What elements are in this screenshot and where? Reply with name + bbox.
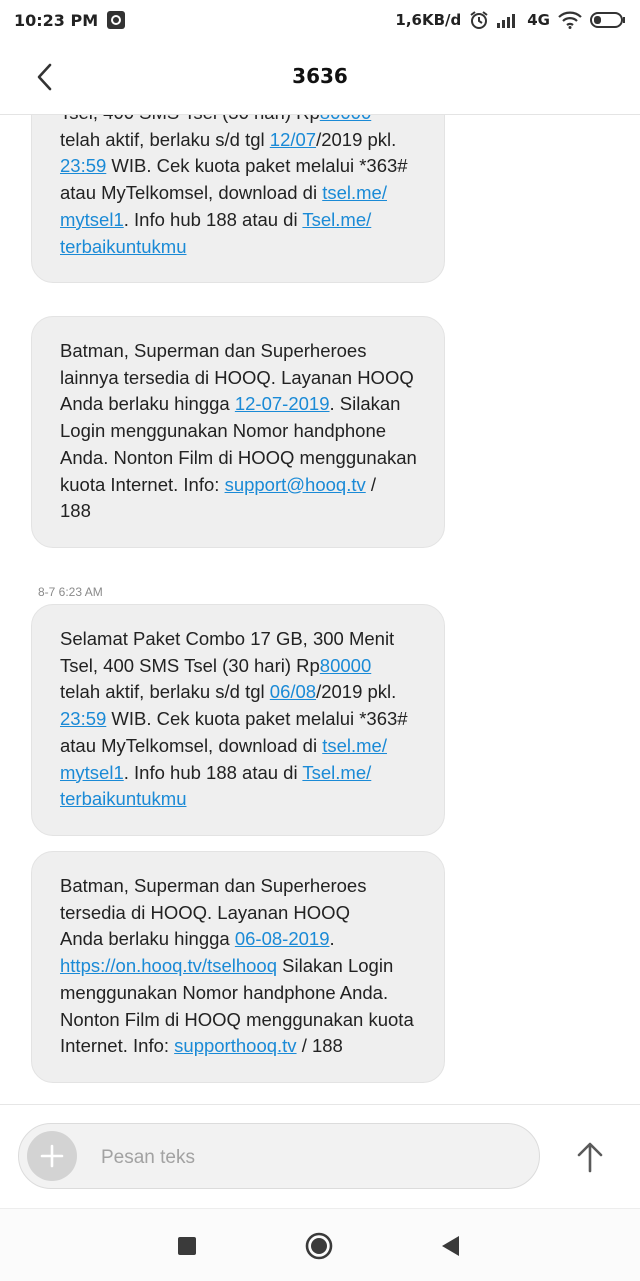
message-list[interactable]: Tsel, 400 SMS Tsel (30 hari) Rp80000 tel… — [0, 115, 640, 1104]
plus-icon[interactable] — [39, 1143, 65, 1169]
conversation-title: 3636 — [292, 64, 348, 88]
message-bubble[interactable]: Batman, Superman dan Superheroes tersedi… — [31, 851, 445, 1083]
recents-square-icon[interactable] — [172, 1231, 202, 1261]
message-link[interactable]: 80000 — [320, 115, 371, 123]
alarm-icon — [469, 10, 489, 30]
message-text: telah aktif, berlaku s/d tgl — [60, 681, 265, 703]
message-link[interactable]: 06/08 — [270, 681, 316, 702]
battery-icon — [590, 11, 626, 29]
composer-pill — [18, 1123, 540, 1189]
message-link[interactable]: 12/07 — [270, 129, 316, 150]
status-time: 10:23 PM — [14, 10, 99, 30]
network-type: 4G — [527, 11, 550, 29]
message-link[interactable]: 06-08-2019 — [235, 928, 330, 949]
message-text: /2019 pkl. — [316, 681, 397, 703]
back-triangle-icon[interactable] — [436, 1231, 466, 1261]
net-speed: 1,6KB/d — [395, 11, 462, 29]
message-timestamp: 8-7 6:23 AM — [38, 585, 103, 599]
message-bubble[interactable]: Selamat Paket Combo 17 GB, 300 Menit Tse… — [31, 604, 445, 836]
message-bubble[interactable]: Tsel, 400 SMS Tsel (30 hari) Rp80000 tel… — [31, 115, 445, 284]
composer-bar — [0, 1104, 640, 1209]
message-input[interactable] — [99, 1142, 503, 1174]
status-right: 1,6KB/d 4G — [395, 10, 626, 30]
message-link[interactable]: https://on.hooq.tv/tselhooq — [60, 955, 277, 976]
message-text: telah aktif, berlaku s/d tgl — [60, 128, 265, 150]
message-link[interactable]: 80000 — [320, 655, 371, 676]
send-button[interactable] — [572, 1139, 608, 1175]
message-link[interactable]: 23:59 — [60, 155, 106, 176]
message-text: Tsel, 400 SMS Tsel (30 hari) Rp — [60, 115, 320, 123]
send-arrow-icon[interactable] — [572, 1139, 608, 1175]
message-text: / 188 — [296, 1035, 343, 1057]
message-text: /2019 pkl. — [316, 128, 397, 150]
home-button[interactable] — [304, 1231, 334, 1261]
message-bubble[interactable]: Batman, Superman dan Superheroes lainnya… — [31, 316, 445, 548]
message-link[interactable]: 23:59 — [60, 708, 106, 729]
message-link[interactable]: 12-07-2019 — [235, 393, 330, 414]
navigation-bar — [0, 1208, 640, 1281]
attach-button[interactable] — [27, 1131, 77, 1181]
message-link[interactable]: supporthooq.tv — [174, 1035, 296, 1056]
message-text: . — [329, 928, 335, 950]
status-bar: 10:23 PM 1,6KB/d 4G — [0, 0, 640, 40]
conversation-header: 3636 — [0, 40, 640, 115]
wifi-icon — [558, 11, 582, 29]
status-left: 10:23 PM — [14, 10, 126, 30]
message-link[interactable]: support@hooq.tv — [225, 474, 366, 495]
notification-icon — [106, 10, 126, 30]
system-back-button[interactable] — [436, 1231, 466, 1261]
signal-icon — [497, 12, 519, 28]
recents-button[interactable] — [172, 1231, 202, 1261]
message-text: . Info hub 188 atau di — [123, 761, 303, 783]
message-text: . Info hub 188 atau di — [123, 208, 303, 230]
home-circle-icon[interactable] — [304, 1231, 334, 1261]
